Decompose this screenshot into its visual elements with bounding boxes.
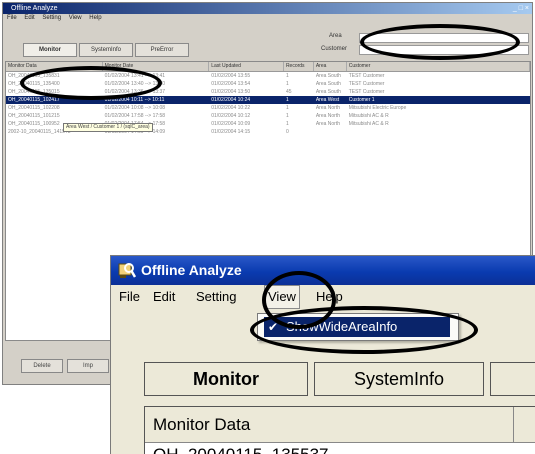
cell-monitor-data: OH_20040115_102208 bbox=[8, 105, 60, 111]
cell-customer bbox=[347, 128, 530, 136]
cell-records: 1 bbox=[285, 121, 289, 127]
cell-customer: Mitsubishi AC & R bbox=[348, 113, 389, 119]
table-row[interactable]: OH_20040115_102208 01/02/2004 10:08 --> 1… bbox=[6, 104, 530, 112]
cell-last-updated: 01/02/2004 13:54 bbox=[211, 81, 251, 87]
cell-customer: Mitsubishi Electric Europe bbox=[348, 105, 407, 111]
cell-records: 1 bbox=[285, 113, 289, 119]
cell-customer: TEST Customer bbox=[348, 73, 385, 79]
column-separator[interactable] bbox=[513, 407, 514, 442]
cell-area: Area South bbox=[315, 73, 341, 79]
cell-monitor-data: OH_20040115_101215 bbox=[8, 113, 60, 119]
bg-tab-systeminfo[interactable]: SystemInfo bbox=[79, 43, 133, 57]
cell-customer: TEST Customer bbox=[348, 89, 385, 95]
cell-customer: Mitsubishi AC & R bbox=[348, 121, 389, 127]
cell-records: 1 bbox=[285, 73, 289, 79]
bg-menu-bar: File Edit Setting View Help bbox=[3, 14, 532, 23]
col-monitor-data[interactable]: Monitor Data bbox=[153, 407, 250, 442]
highlight-ellipse-rows bbox=[20, 66, 162, 100]
menu-setting[interactable]: Setting bbox=[196, 285, 236, 309]
cell-monitor-date: 01/02/2004 10:08 --> 10:08 bbox=[104, 105, 166, 111]
bg-menu-file[interactable]: File bbox=[7, 15, 17, 21]
fg-table-header: Monitor Data bbox=[145, 407, 535, 443]
cell-area: Area West bbox=[315, 97, 340, 103]
tab-systeminfo[interactable]: SystemInfo bbox=[314, 362, 484, 396]
bg-window-title: Offline Analyze bbox=[11, 5, 58, 12]
bg-area-label: Area bbox=[329, 33, 342, 39]
tab-monitor[interactable]: Monitor bbox=[144, 362, 308, 396]
highlight-ellipse-customer bbox=[360, 24, 520, 60]
bg-menu-view[interactable]: View bbox=[69, 15, 82, 21]
cell-last-updated: 01/02/2004 10:22 bbox=[211, 105, 251, 111]
cell-last-updated: 01/02/2004 13:55 bbox=[211, 73, 251, 79]
bg-delete-button[interactable]: Delete bbox=[21, 359, 63, 373]
cell-records: 0 bbox=[285, 129, 289, 135]
bg-row-tooltip: Area West / Customer 1 / (sqlC_area) bbox=[63, 123, 153, 132]
app-icon bbox=[118, 263, 136, 278]
cell-last-updated: 01/02/2004 10:09 bbox=[211, 121, 251, 127]
cell-monitor-date: 01/02/2004 17:58 --> 17:58 bbox=[104, 113, 166, 119]
cell-area: Area North bbox=[315, 105, 341, 111]
cell-last-updated: 01/02/2004 10:12 bbox=[211, 113, 251, 119]
menu-edit[interactable]: Edit bbox=[153, 285, 175, 309]
cell-records: 1 bbox=[285, 97, 289, 103]
cell-area: Area North bbox=[315, 113, 341, 119]
cell-area: Area South bbox=[315, 89, 341, 95]
cell-last-updated: 01/02/2004 14:15 bbox=[211, 129, 251, 135]
bg-title-bar: Offline Analyze _ □ × bbox=[3, 3, 532, 14]
bg-window-controls[interactable]: _ □ × bbox=[513, 3, 529, 14]
cell-records: 1 bbox=[285, 105, 289, 111]
cell-records: 45 bbox=[285, 89, 292, 95]
bg-menu-setting[interactable]: Setting bbox=[42, 15, 61, 21]
cell-last-updated: 01/02/2004 10:24 bbox=[211, 97, 251, 103]
bg-tab-preerror[interactable]: PreError bbox=[135, 43, 189, 57]
bg-col-customer[interactable]: Customer bbox=[347, 62, 530, 71]
tab-preerror[interactable] bbox=[490, 362, 535, 396]
bg-tab-strip: Monitor SystemInfo PreError bbox=[23, 43, 189, 57]
bg-import-button[interactable]: Imp bbox=[67, 359, 109, 373]
fg-monitor-table: Monitor Data OH_20040115_135537 bbox=[144, 406, 535, 454]
bg-col-area[interactable]: Area bbox=[314, 62, 347, 71]
cell-area: Area South bbox=[315, 81, 341, 87]
cell-area: Area North bbox=[315, 121, 341, 127]
bg-tab-monitor[interactable]: Monitor bbox=[23, 43, 77, 57]
bg-col-last-updated[interactable]: Last Updated bbox=[209, 62, 284, 71]
cell-customer: TEST Customer bbox=[348, 81, 385, 87]
table-row[interactable]: OH_20040115_101215 01/02/2004 17:58 --> 1… bbox=[6, 112, 530, 120]
fg-window-title: Offline Analyze bbox=[141, 262, 242, 278]
cell-area bbox=[314, 128, 347, 136]
cell-customer: Customer 1 bbox=[348, 97, 375, 103]
menu-file[interactable]: File bbox=[119, 285, 140, 309]
bg-col-records[interactable]: Records bbox=[284, 62, 314, 71]
highlight-ellipse-show-wide-area bbox=[250, 306, 478, 354]
bg-menu-edit[interactable]: Edit bbox=[24, 15, 34, 21]
bg-menu-help[interactable]: Help bbox=[89, 15, 101, 21]
cell-last-updated: 01/02/2004 13:50 bbox=[211, 89, 251, 95]
cell-records: 1 bbox=[285, 81, 289, 87]
bg-customer-label: Customer bbox=[321, 46, 348, 52]
